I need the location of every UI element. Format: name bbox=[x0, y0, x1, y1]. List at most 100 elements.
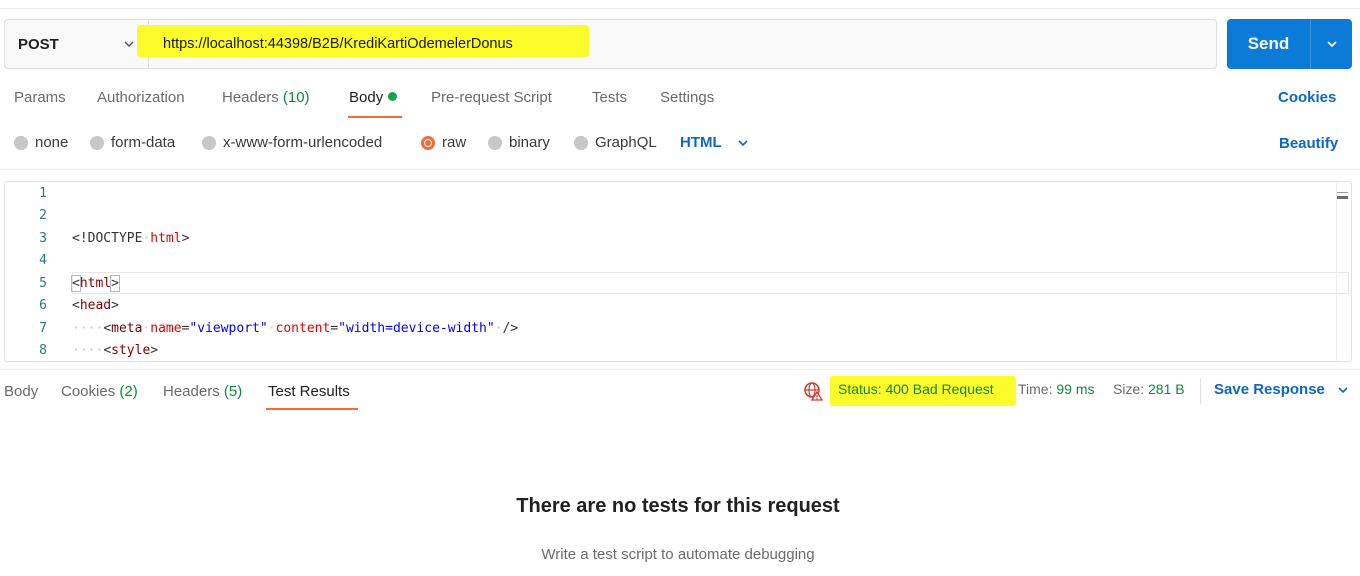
empty-state-title: There are no tests for this request bbox=[516, 495, 840, 517]
code-line: 6 <head> bbox=[5, 295, 1335, 317]
response-tab-cookies-count: (2) bbox=[119, 383, 138, 400]
radio-label: form-data bbox=[111, 134, 176, 151]
tab-body[interactable]: Body bbox=[349, 88, 398, 108]
request-url-bar: POST https://localhost:44398/B2B/KrediKa… bbox=[4, 19, 1217, 69]
tab-pre-request-script[interactable]: Pre-request Script bbox=[431, 88, 552, 108]
line-number: 2 bbox=[39, 208, 47, 223]
code-text: ····<style> bbox=[72, 343, 159, 358]
method-label: POST bbox=[18, 35, 59, 53]
code-text: <html> bbox=[71, 275, 120, 292]
response-time: Time: 99 ms bbox=[1018, 381, 1095, 397]
send-options-button[interactable] bbox=[1311, 19, 1352, 69]
editor-scrollbar[interactable] bbox=[1336, 182, 1351, 361]
response-tab-headers[interactable]: Headers (5) bbox=[163, 382, 242, 402]
time-value: 99 ms bbox=[1056, 381, 1095, 397]
url-input[interactable]: https://localhost:44398/B2B/KrediKartiOd… bbox=[137, 20, 1216, 68]
radio-circle bbox=[202, 135, 216, 150]
response-tab-cookies-label: Cookies bbox=[61, 383, 116, 400]
size-label: Size: bbox=[1113, 381, 1145, 397]
cookies-link[interactable]: Cookies bbox=[1278, 88, 1336, 108]
response-status: Status: 400 Bad Request bbox=[838, 381, 994, 397]
radio-urlencoded[interactable]: x-www-form-urlencoded bbox=[202, 134, 382, 151]
divider bbox=[0, 369, 1360, 370]
tab-body-label: Body bbox=[349, 89, 384, 106]
code-line: 2 bbox=[5, 205, 1335, 227]
response-tab-body[interactable]: Body bbox=[4, 382, 38, 402]
line-number: 3 bbox=[39, 231, 47, 246]
tab-headers[interactable]: Headers (10) bbox=[222, 88, 310, 108]
chevron-down-icon bbox=[1326, 41, 1337, 48]
vertical-divider bbox=[1200, 378, 1201, 404]
radio-circle-selected bbox=[421, 135, 435, 150]
send-button-group: Send bbox=[1227, 19, 1352, 69]
status-value: 400 Bad Request bbox=[885, 381, 994, 397]
radio-circle bbox=[14, 135, 28, 150]
code-line: 8 ····<style> bbox=[5, 340, 1335, 361]
response-size: Size: 281 B bbox=[1113, 381, 1185, 397]
line-number: 7 bbox=[39, 321, 47, 336]
tab-headers-label: Headers bbox=[222, 89, 279, 106]
tab-authorization[interactable]: Authorization bbox=[97, 88, 185, 108]
line-number: 5 bbox=[39, 276, 47, 291]
response-tab-cookies[interactable]: Cookies (2) bbox=[61, 382, 138, 402]
radio-none[interactable]: none bbox=[14, 134, 68, 151]
radio-circle bbox=[488, 135, 502, 150]
save-response-button[interactable]: Save Response bbox=[1214, 381, 1349, 398]
method-select[interactable]: POST bbox=[5, 20, 149, 68]
active-tab-underline bbox=[266, 408, 358, 410]
code-text: <head> bbox=[72, 298, 119, 313]
code-text: ····<meta·name="viewport"·content="width… bbox=[72, 321, 519, 336]
radio-binary[interactable]: binary bbox=[488, 134, 550, 151]
divider bbox=[0, 169, 1360, 170]
code-line: 7 ····<meta·name="viewport"·content="widt… bbox=[5, 318, 1335, 340]
code-editor[interactable]: 1 2 3 <!DOCTYPE·html> 4 5 <html> 6 <head> 7… bbox=[4, 181, 1352, 362]
language-select[interactable]: HTML bbox=[680, 134, 750, 151]
radio-graphql[interactable]: GraphQL bbox=[574, 134, 657, 151]
time-label: Time: bbox=[1018, 381, 1053, 397]
body-indicator-dot bbox=[388, 92, 398, 101]
language-label: HTML bbox=[680, 134, 722, 151]
empty-state-subtitle: Write a test script to automate debuggin… bbox=[541, 546, 815, 563]
status-label: Status: bbox=[838, 381, 882, 397]
url-text: https://localhost:44398/B2B/KrediKartiOd… bbox=[163, 36, 513, 52]
line-number: 1 bbox=[39, 186, 47, 201]
radio-circle bbox=[574, 135, 588, 150]
top-divider bbox=[0, 8, 1360, 9]
code-line: 4 bbox=[5, 250, 1335, 272]
radio-label: binary bbox=[509, 134, 550, 151]
radio-raw[interactable]: raw bbox=[421, 134, 466, 151]
tab-params[interactable]: Params bbox=[14, 88, 66, 108]
active-tab-underline bbox=[348, 116, 402, 118]
line-number: 4 bbox=[39, 253, 47, 268]
code-line: 5 <html> bbox=[5, 273, 1335, 295]
radio-label: x-www-form-urlencoded bbox=[223, 134, 383, 151]
tab-settings[interactable]: Settings bbox=[660, 88, 714, 108]
chevron-down-icon bbox=[1338, 386, 1348, 393]
code-text: <!DOCTYPE·html> bbox=[72, 231, 190, 246]
tab-headers-count: (10) bbox=[282, 89, 310, 106]
radio-label: none bbox=[35, 134, 69, 151]
radio-form-data[interactable]: form-data bbox=[90, 134, 175, 151]
code-line: 3 <!DOCTYPE·html> bbox=[5, 228, 1335, 250]
scroll-marker bbox=[1337, 196, 1348, 199]
radio-circle bbox=[90, 135, 104, 150]
response-tab-headers-count: (5) bbox=[223, 383, 243, 400]
chevron-down-icon bbox=[738, 139, 748, 146]
code-line: 1 bbox=[5, 183, 1335, 205]
response-tab-headers-label: Headers bbox=[163, 383, 220, 400]
scroll-marker bbox=[1337, 192, 1348, 193]
tab-tests[interactable]: Tests bbox=[592, 88, 627, 108]
request-tabs: Params Authorization Headers (10) Body P… bbox=[0, 88, 1360, 122]
radio-label: raw bbox=[442, 134, 467, 151]
response-tab-test-results[interactable]: Test Results bbox=[268, 382, 350, 402]
size-value: 281 B bbox=[1148, 381, 1185, 397]
save-response-label: Save Response bbox=[1214, 381, 1325, 398]
line-number: 8 bbox=[39, 343, 47, 358]
globe-warning-icon[interactable] bbox=[803, 381, 823, 401]
beautify-link[interactable]: Beautify bbox=[1279, 134, 1338, 154]
line-number: 6 bbox=[39, 298, 47, 313]
chevron-down-icon bbox=[124, 41, 134, 47]
send-button[interactable]: Send bbox=[1227, 19, 1311, 69]
body-type-selector: none form-data x-www-form-urlencoded raw… bbox=[0, 134, 1360, 156]
radio-label: GraphQL bbox=[595, 134, 657, 151]
